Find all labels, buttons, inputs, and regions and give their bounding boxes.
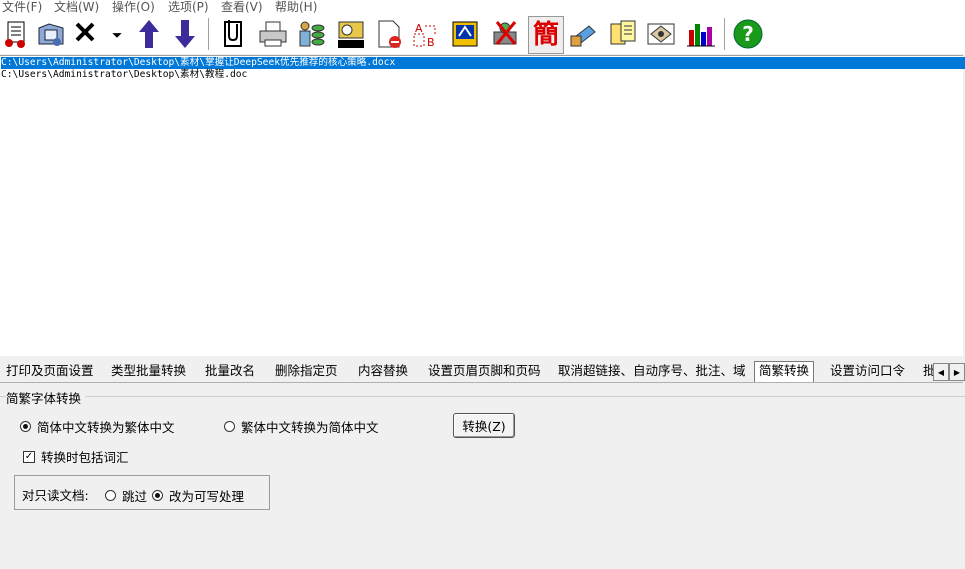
radio-dot [224,421,235,432]
clip-icon [224,20,242,47]
delete-icon [75,22,95,42]
group-divider [0,396,965,397]
radio-simplified-to-traditional[interactable]: 简体中文转换为繁体中文 [20,417,175,436]
password-icon [570,25,596,47]
simplified-traditional-panel: 简繁字体转换 简体中文转换为繁体中文 繁体中文转换为简体中文 转换(Z) ✓ 转… [0,382,965,569]
tab-print-page-setup[interactable]: 打印及页面设置 [2,362,98,380]
function-tabs: 打印及页面设置 类型批量转换 批量改名 删除指定页 内容替换 设置页眉页脚和页码… [0,359,965,383]
replace-text-icon: AB [413,22,436,49]
radio-dot [105,490,116,501]
move-down-icon [175,20,195,48]
remove-links-button[interactable] [488,16,522,52]
menu-help[interactable]: 帮助(H) [275,0,317,15]
menu-document[interactable]: 文档(W) [54,0,99,15]
tab-batch-rename[interactable]: 批量改名 [201,362,259,380]
radio-label: 改为可写处理 [169,489,245,504]
stats-button[interactable] [684,16,718,52]
menu-file[interactable]: 文件(F) [2,0,42,15]
open-files-icon [5,21,25,48]
dropdown-arrow-icon [112,33,122,38]
group-title: 简繁字体转换 [6,388,86,407]
include-words-checkbox[interactable]: ✓ 转换时包括词汇 [23,447,129,466]
tab-simplified-traditional[interactable]: 简繁转换 [754,361,815,382]
svg-text:A: A [415,22,423,35]
rename-icon [338,21,364,48]
settings-icon [647,23,675,45]
add-folder-icon [38,23,64,46]
replace-text-button[interactable]: AB [410,16,444,52]
menu-operation[interactable]: 操作(O) [112,0,155,15]
convert-button[interactable]: 转换(Z) [453,413,515,438]
menu-view[interactable]: 查看(V) [221,0,263,15]
tab-scroll-right-button[interactable]: ▶ [949,363,965,381]
radio-dot [20,421,31,432]
remove-links-icon [493,21,517,45]
batch-convert-button[interactable] [294,16,328,52]
move-down-button[interactable] [168,16,202,52]
open-files-button[interactable] [0,16,34,52]
tab-access-password[interactable]: 设置访问口令 [826,362,909,380]
move-up-button[interactable] [132,16,166,52]
tab-batch-type-convert[interactable]: 类型批量转换 [107,362,190,380]
radio-label: 简体中文转换为繁体中文 [37,420,175,435]
radio-make-writable[interactable]: 改为可写处理 [152,486,244,505]
print-icon [259,21,287,47]
simplified-traditional-icon: 簡 [532,20,559,50]
rename-button[interactable] [334,16,368,52]
delete-page-button[interactable] [372,16,406,52]
toolbar-separator-2 [724,18,726,50]
toolbar: AB 簡 ? [0,14,965,54]
batch-convert-icon [299,21,325,47]
toolbar-separator [208,18,210,50]
radio-label: 繁体中文转换为简体中文 [241,420,379,435]
menu-options[interactable]: 选项(P) [168,0,209,15]
file-list[interactable]: C:\Users\Administrator\Desktop\素材\掌握让Dee… [0,55,965,356]
file-list-item[interactable]: C:\Users\Administrator\Desktop\素材\教程.doc [1,69,253,81]
header-footer-button[interactable] [448,16,482,52]
tab-delete-pages[interactable]: 删除指定页 [271,362,342,380]
checkbox-label: 转换时包括词汇 [41,450,129,465]
readonly-label: 对只读文档: [22,488,89,503]
delete-button[interactable] [68,16,102,52]
menu-bar: 文件(F) 文档(W) 操作(O) 选项(P) 查看(V) 帮助(H) [0,0,965,14]
stats-icon [687,24,715,47]
password-button[interactable] [566,16,600,52]
help-button[interactable]: ? [731,16,765,52]
radio-traditional-to-simplified[interactable]: 繁体中文转换为简体中文 [224,417,379,436]
checkbox-box: ✓ [23,450,35,463]
readonly-options-box: 对只读文档: 跳过 改为可写处理 [14,475,270,510]
document-props-icon [610,20,636,45]
file-list-item[interactable]: C:\Users\Administrator\Desktop\素材\掌握让Dee… [1,57,965,69]
svg-text:?: ? [742,22,754,46]
document-props-button[interactable] [606,16,640,52]
chevron-left-icon: ◀ [937,367,945,377]
print-button[interactable] [256,16,290,52]
radio-label: 跳过 [122,489,148,504]
add-folder-button[interactable] [34,16,68,52]
move-up-icon [139,20,159,48]
chevron-right-icon: ▶ [953,367,961,377]
delete-page-icon [378,20,401,48]
header-footer-icon [452,21,478,47]
print-settings-button[interactable] [216,16,250,52]
radio-skip[interactable]: 跳过 [105,486,147,505]
simplified-traditional-button[interactable]: 簡 [528,16,564,54]
tab-scroll-left-button[interactable]: ◀ [933,363,949,381]
settings-button[interactable] [644,16,678,52]
help-icon: ? [733,19,763,49]
tab-header-footer[interactable]: 设置页眉页脚和页码 [424,362,545,380]
svg-text:B: B [427,36,435,49]
tab-remove-links[interactable]: 取消超链接、自动序号、批注、域 [554,362,750,380]
dropdown-button[interactable] [102,16,132,52]
tab-replace-content[interactable]: 内容替换 [354,362,412,380]
radio-dot [152,490,163,501]
